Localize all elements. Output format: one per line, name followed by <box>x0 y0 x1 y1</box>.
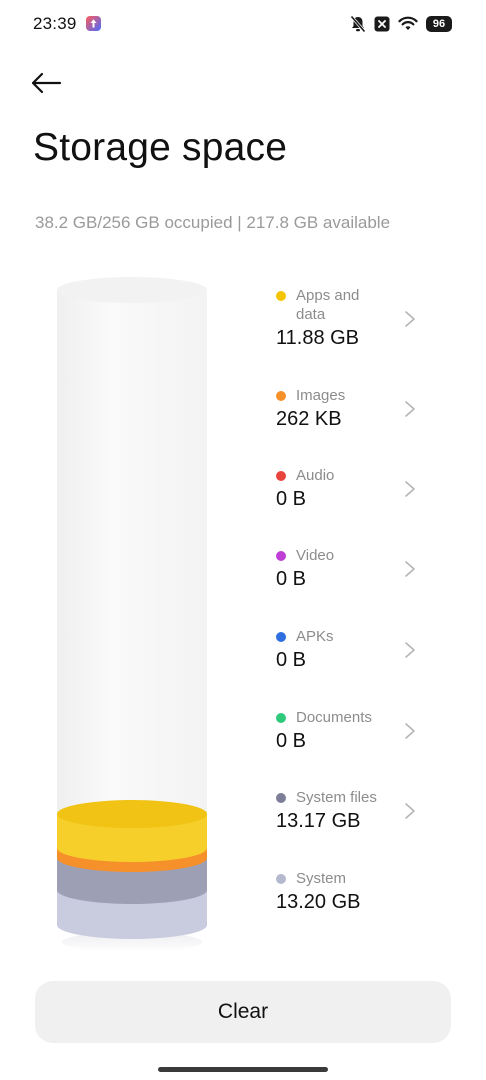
status-time: 23:39 <box>33 14 77 33</box>
sim-off-icon <box>374 16 390 32</box>
system-color-dot <box>276 874 286 884</box>
chevron-right-icon <box>405 481 415 497</box>
chevron-right-icon <box>405 401 415 417</box>
home-indicator[interactable] <box>158 1067 328 1072</box>
category-label: Documents <box>296 709 372 726</box>
apps-color-dot <box>276 291 286 301</box>
cylinder-empty-body <box>57 290 207 840</box>
category-label: System files <box>296 789 377 806</box>
video-color-dot <box>276 551 286 561</box>
category-label: Video <box>296 547 335 564</box>
category-audio[interactable]: Audio 0 B <box>270 466 430 511</box>
documents-color-dot <box>276 713 286 723</box>
category-label: Images <box>296 387 346 404</box>
category-system-files[interactable]: System files 13.17 GB <box>270 788 430 833</box>
audio-color-dot <box>276 471 286 481</box>
images-color-dot <box>276 391 286 401</box>
category-system: System 13.20 GB <box>270 869 430 914</box>
category-apks[interactable]: APKs 0 B <box>270 627 430 672</box>
category-apps-and-data[interactable]: Apps and data 11.88 GB <box>270 286 430 350</box>
mute-bell-icon <box>350 15 366 33</box>
chevron-right-icon <box>405 803 415 819</box>
category-size: 13.20 GB <box>276 891 361 913</box>
category-label: Audio <box>296 467 335 484</box>
storage-space-screen: 23:39 96 Storage space 38.2 GB/256 GB oc… <box>0 0 486 1080</box>
category-label: System <box>296 870 347 887</box>
system-files-color-dot <box>276 793 286 803</box>
category-label: APKs <box>296 628 334 645</box>
chevron-right-icon <box>405 642 415 658</box>
category-size: 11.88 GB <box>276 327 360 349</box>
page-title: Storage space <box>33 126 288 169</box>
wifi-icon <box>398 16 418 32</box>
category-label: Apps and data <box>296 287 360 323</box>
chevron-right-icon <box>405 723 415 739</box>
category-images[interactable]: Images 262 KB <box>270 386 430 431</box>
apks-color-dot <box>276 632 286 642</box>
cylinder-top <box>57 277 207 303</box>
arrow-left-icon <box>31 72 62 94</box>
chevron-right-icon <box>405 561 415 577</box>
app-notification-icon <box>86 16 101 31</box>
clear-button[interactable]: Clear <box>35 981 451 1043</box>
chevron-right-icon <box>405 311 415 327</box>
battery-indicator: 96 <box>426 16 452 32</box>
category-documents[interactable]: Documents 0 B <box>270 708 430 753</box>
status-bar: 23:39 96 <box>0 0 486 48</box>
back-button[interactable] <box>30 66 70 100</box>
status-icons: 96 <box>350 14 452 34</box>
storage-summary: 38.2 GB/256 GB occupied | 217.8 GB avail… <box>35 213 391 232</box>
storage-cylinder <box>57 277 207 952</box>
category-video[interactable]: Video 0 B <box>270 546 430 591</box>
